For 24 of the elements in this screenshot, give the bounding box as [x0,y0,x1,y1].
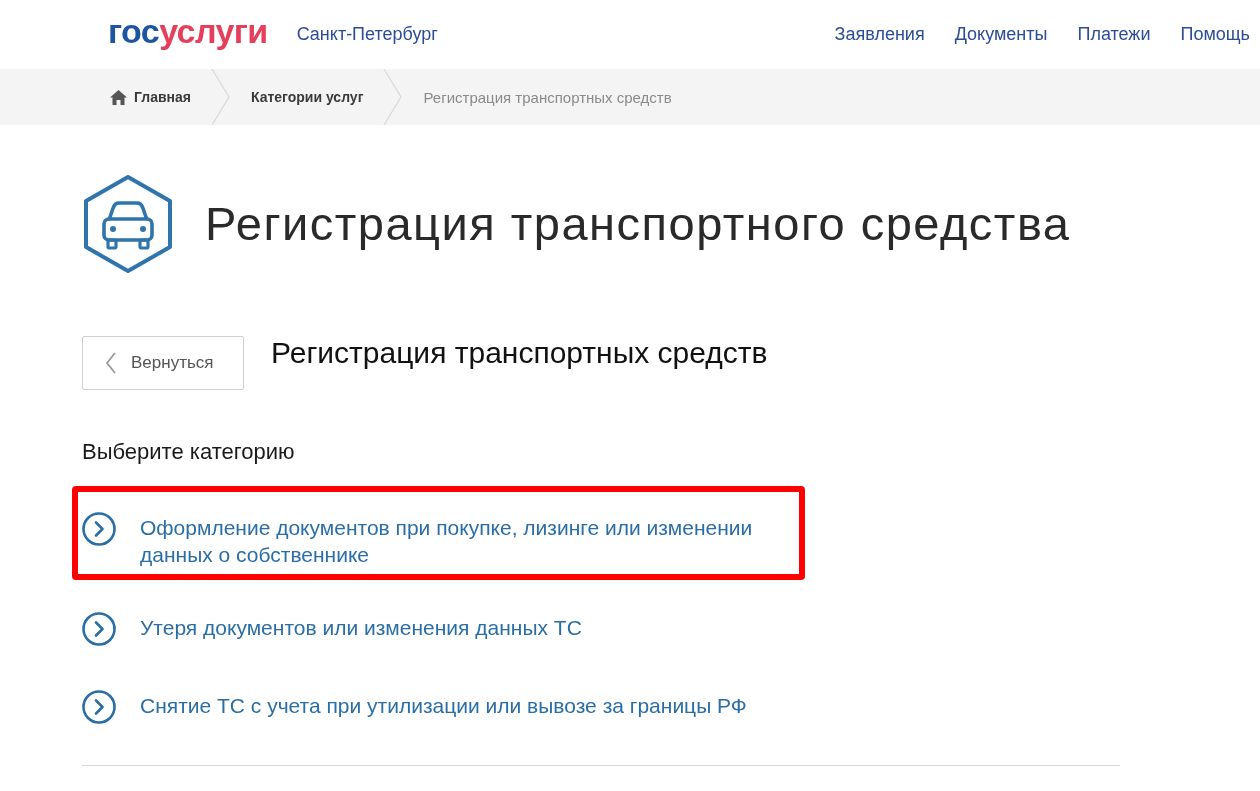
region-link[interactable]: Санкт-Петербург [296,23,438,45]
breadcrumb-separator [383,69,404,125]
chevron-circle-icon [82,690,116,724]
page-title: Регистрация транспортного средства [205,196,1071,252]
nav-link[interactable]: Документы [954,23,1048,45]
car-hexagon-icon [82,174,174,274]
category-link[interactable]: Оформление документов при покупке, лизинге или изменении данных о собственнике [82,512,782,568]
chevron-circle-icon [82,612,116,646]
category-link[interactable]: Утеря документов или изменения данных ТС [82,612,782,646]
breadcrumb-separator [210,69,231,125]
site-logo[interactable]: госуслуги [108,13,268,55]
back-button[interactable]: Вернуться [82,336,244,390]
chevron-circle-icon [82,512,116,546]
nav-link[interactable]: Платежи [1077,23,1151,45]
prompt-text: Выберите категорию [82,438,296,466]
home-icon [110,89,127,105]
nav-link[interactable]: Заявления [834,23,925,45]
section-heading: Регистрация транспортных средств [271,336,768,370]
nav-link[interactable]: Помощь [1180,23,1250,45]
breadcrumb-current: Регистрация транспортных средств [423,88,672,106]
breadcrumb-link[interactable]: Главная [110,89,191,105]
chevron-left-icon [105,352,117,374]
breadcrumb-link[interactable]: Категории услуг [250,89,364,105]
category-link[interactable]: Снятие ТС с учета при утилизации или вывозе за границы РФ [82,690,782,724]
